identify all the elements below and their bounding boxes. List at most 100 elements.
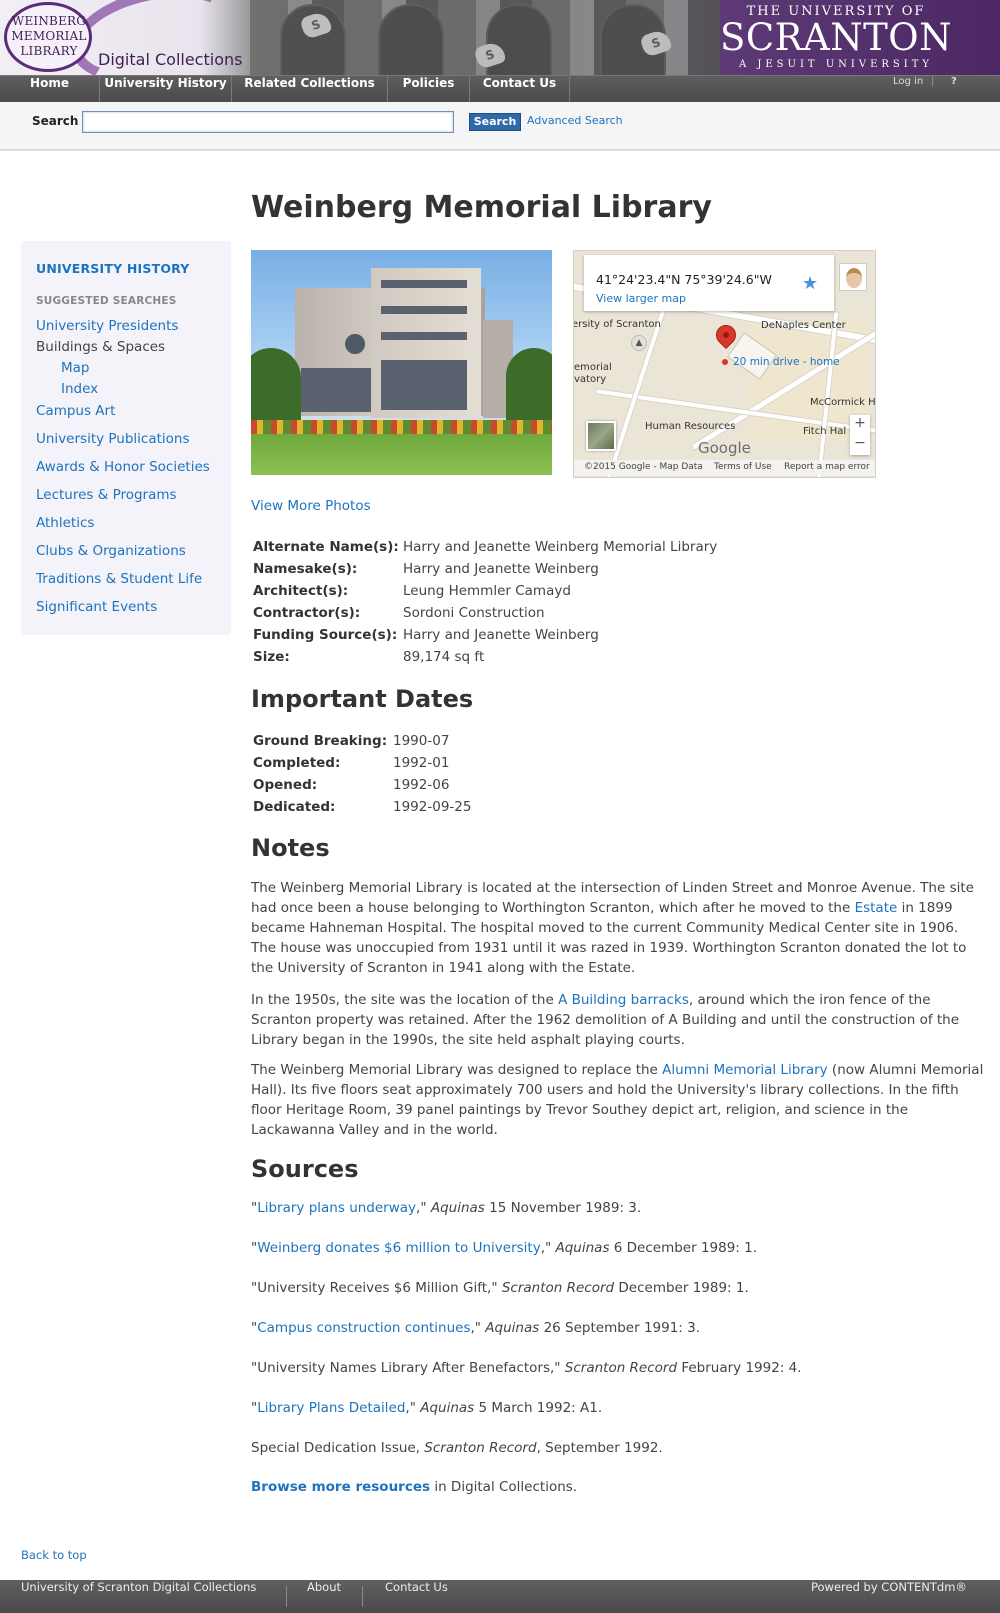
- footer-contact-link[interactable]: Contact Us: [385, 1580, 448, 1613]
- a-building-barracks-link[interactable]: A Building barracks: [558, 992, 689, 1008]
- map-label: McCormick Ha: [810, 397, 876, 408]
- advanced-search-link[interactable]: Advanced Search: [527, 114, 623, 127]
- fact-value: Leung Hemmler Camayd: [403, 583, 571, 599]
- fact-label: Funding Source(s):: [253, 627, 398, 643]
- map-data-credit: ©2015 Google - Map Data: [584, 462, 703, 472]
- notes-heading: Notes: [251, 834, 330, 862]
- date-value: 1992-09-25: [393, 799, 472, 815]
- sidebar-item-university-publications[interactable]: University Publications: [36, 431, 190, 447]
- sidebar-item-index[interactable]: Index: [61, 381, 98, 397]
- user-avatar[interactable]: [839, 263, 867, 291]
- source-item: "University Names Library After Benefact…: [251, 1360, 802, 1376]
- notes-paragraph: In the 1950s, the site was the location …: [251, 992, 960, 1048]
- location-map[interactable]: 41°24'23.4"N 75°39'24.6"W View larger ma…: [573, 250, 876, 478]
- fact-value: Harry and Jeanette Weinberg: [403, 561, 599, 577]
- date-label: Completed:: [253, 755, 341, 771]
- search-label: Search: [32, 114, 79, 128]
- map-label: vatory: [574, 374, 607, 385]
- sidebar-item-university-presidents[interactable]: University Presidents: [36, 318, 178, 334]
- site-banner: S S S WEINBERG MEMORIAL LIBRARY Digital …: [0, 0, 1000, 75]
- fact-value: 89,174 sq ft: [403, 649, 485, 665]
- browse-more-resources-link[interactable]: Browse more resources: [251, 1479, 430, 1495]
- map-label: Human Resources: [645, 421, 736, 432]
- main-nav: Home University History Related Collecti…: [0, 75, 1000, 102]
- university-logo-tagline: A JESUIT UNIVERSITY: [738, 59, 934, 70]
- sidebar-item-traditions-student-life[interactable]: Traditions & Student Life: [36, 571, 202, 587]
- map-drive-time[interactable]: 20 min drive - home: [733, 356, 840, 368]
- sidebar-item-map[interactable]: Map: [61, 360, 90, 376]
- source-item: "Library plans underway," Aquinas 15 Nov…: [251, 1200, 642, 1216]
- fact-value: Sordoni Construction: [403, 605, 545, 621]
- nav-related-collections[interactable]: Related Collections: [232, 76, 388, 102]
- school-icon: ▲: [631, 335, 647, 351]
- map-coordinates: 41°24'23.4"N 75°39'24.6"W: [596, 272, 772, 287]
- help-link[interactable]: ?: [951, 76, 957, 102]
- footer-separator: [362, 1586, 363, 1607]
- estate-link[interactable]: Estate: [855, 900, 898, 916]
- fact-label: Namesake(s):: [253, 561, 358, 577]
- sources-heading: Sources: [251, 1155, 359, 1183]
- source-link[interactable]: Library plans underway: [257, 1200, 416, 1216]
- back-to-top-link[interactable]: Back to top: [21, 1548, 87, 1562]
- site-footer: University of Scranton Digital Collectio…: [0, 1580, 1000, 1613]
- zoom-out-button[interactable]: −: [850, 435, 870, 455]
- map-label: emorial: [574, 362, 612, 373]
- fact-label: Alternate Name(s):: [253, 539, 399, 555]
- view-more-photos-link[interactable]: View More Photos: [251, 498, 371, 514]
- notes-paragraph: The Weinberg Memorial Library is located…: [251, 880, 974, 976]
- notes-paragraph: The Weinberg Memorial Library was design…: [251, 1062, 984, 1138]
- digital-collections-title: Digital Collections: [98, 50, 243, 69]
- google-logo: Google: [698, 439, 751, 457]
- star-icon[interactable]: ★: [802, 273, 818, 294]
- footer-site-name[interactable]: University of Scranton Digital Collectio…: [21, 1580, 256, 1613]
- sidebar-subheading: SUGGESTED SEARCHES: [36, 295, 177, 307]
- browse-more: Browse more resources in Digital Collect…: [251, 1479, 578, 1495]
- map-report-link[interactable]: Report a map error: [784, 462, 870, 472]
- university-logo[interactable]: THE UNIVERSITY OF SCRANTON A JESUIT UNIV…: [706, 4, 966, 71]
- sidebar-item-buildings-spaces: Buildings & Spaces: [36, 339, 166, 355]
- alumni-memorial-library-link[interactable]: Alumni Memorial Library: [662, 1062, 827, 1078]
- fact-label: Size:: [253, 649, 290, 665]
- banner-photo: S S S: [250, 0, 720, 75]
- fact-label: Contractor(s):: [253, 605, 361, 621]
- nav-home[interactable]: Home: [0, 76, 100, 102]
- date-value: 1992-01: [393, 755, 450, 771]
- search-input[interactable]: [82, 111, 454, 133]
- login-link[interactable]: Log in: [893, 76, 923, 102]
- sidebar-item-clubs-organizations[interactable]: Clubs & Organizations: [36, 543, 186, 559]
- footer-powered-by[interactable]: Powered by CONTENTdm®: [811, 1580, 967, 1613]
- sidebar-item-lectures-programs[interactable]: Lectures & Programs: [36, 487, 177, 503]
- sidebar-item-significant-events[interactable]: Significant Events: [36, 599, 157, 615]
- map-info-card: 41°24'23.4"N 75°39'24.6"W View larger ma…: [584, 255, 834, 311]
- sidebar-heading[interactable]: UNIVERSITY HISTORY: [36, 261, 190, 276]
- source-link[interactable]: Library Plans Detailed: [257, 1400, 405, 1416]
- date-label: Opened:: [253, 777, 318, 793]
- map-zoom-controls: + −: [850, 415, 870, 455]
- footer-separator: [286, 1586, 287, 1607]
- footer-about-link[interactable]: About: [307, 1580, 341, 1613]
- fact-label: Architect(s):: [253, 583, 349, 599]
- page-title: Weinberg Memorial Library: [251, 190, 712, 225]
- sidebar-item-campus-art[interactable]: Campus Art: [36, 403, 115, 419]
- view-larger-map-link[interactable]: View larger map: [596, 292, 686, 305]
- fact-value: Harry and Jeanette Weinberg: [403, 627, 599, 643]
- sidebar-item-awards-honor-societies[interactable]: Awards & Honor Societies: [36, 459, 210, 475]
- source-item: Special Dedication Issue, Scranton Recor…: [251, 1440, 663, 1456]
- date-label: Ground Breaking:: [253, 733, 388, 749]
- nav-contact-us[interactable]: Contact Us: [470, 76, 570, 102]
- nav-university-history[interactable]: University History: [100, 76, 232, 102]
- location-pin-base: [722, 359, 728, 365]
- map-terms-link[interactable]: Terms of Use: [714, 462, 772, 472]
- map-label: ersity of Scranton: [573, 319, 661, 330]
- zoom-in-button[interactable]: +: [850, 415, 870, 435]
- map-footer: ©2015 Google - Map Data Terms of Use Rep…: [574, 460, 875, 476]
- source-link[interactable]: Weinberg donates $6 million to Universit…: [257, 1240, 540, 1256]
- search-button[interactable]: Search: [469, 113, 521, 131]
- nav-policies[interactable]: Policies: [388, 76, 470, 102]
- date-value: 1992-06: [393, 777, 450, 793]
- source-link[interactable]: Campus construction continues: [257, 1320, 470, 1336]
- map-label: DeNaples Center: [761, 320, 846, 331]
- satellite-toggle[interactable]: [586, 421, 616, 451]
- sidebar-item-athletics[interactable]: Athletics: [36, 515, 94, 531]
- building-photo[interactable]: [251, 250, 552, 475]
